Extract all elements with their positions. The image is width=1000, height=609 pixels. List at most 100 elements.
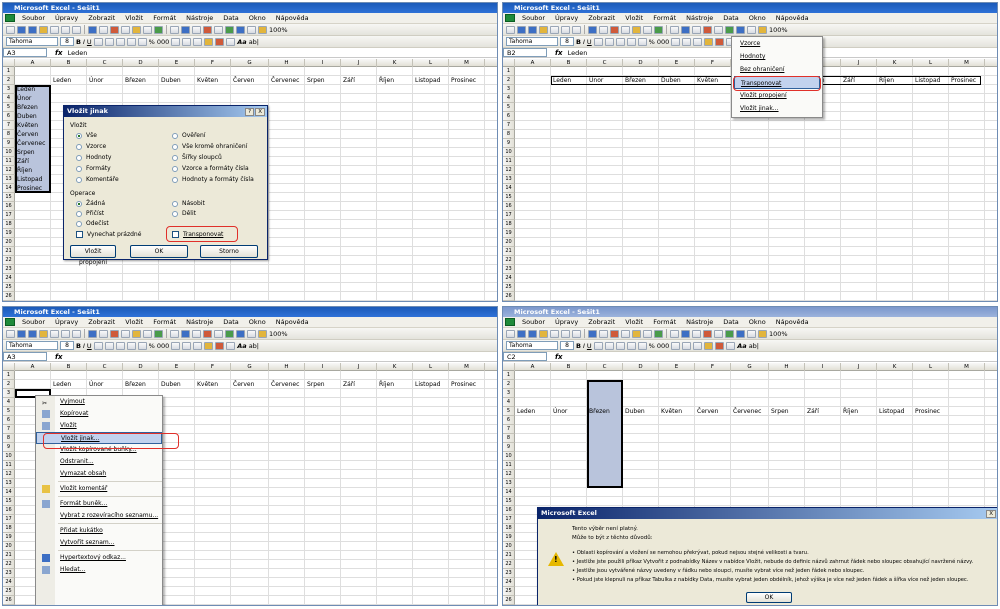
row-header[interactable]: 11 xyxy=(503,157,515,166)
row-header[interactable]: 25 xyxy=(3,587,15,596)
percent-button[interactable]: % xyxy=(149,342,155,350)
menu-4[interactable]: Formát xyxy=(148,14,181,22)
column-header[interactable]: M xyxy=(449,363,485,371)
operation-option-left[interactable]: Přičíst xyxy=(76,210,104,217)
cell[interactable]: Listopad xyxy=(915,76,940,85)
row-header[interactable]: 15 xyxy=(3,193,15,202)
context-menu-item[interactable]: Přidat kukátko xyxy=(36,525,162,537)
row-header[interactable]: 16 xyxy=(503,202,515,211)
column-header[interactable]: N xyxy=(985,363,997,371)
align-icon[interactable] xyxy=(626,341,636,350)
font-name-box[interactable]: Tahoma xyxy=(506,341,558,350)
row-header[interactable]: 19 xyxy=(503,533,515,542)
column-header[interactable]: K xyxy=(377,363,413,371)
cell[interactable]: Červenec xyxy=(17,139,45,148)
column-header[interactable]: D xyxy=(123,59,159,67)
row-header[interactable]: 8 xyxy=(3,130,15,139)
row-header[interactable]: 12 xyxy=(503,166,515,175)
toolbar-button-icon[interactable] xyxy=(599,329,608,338)
align-icon[interactable] xyxy=(626,37,636,46)
column-header[interactable]: B xyxy=(551,363,587,371)
row-header[interactable]: 25 xyxy=(503,587,515,596)
toolbar-button-icon[interactable] xyxy=(539,25,548,34)
ok-button[interactable]: OK xyxy=(130,245,188,258)
column-header[interactable]: M xyxy=(449,59,485,67)
cell[interactable]: Srpen xyxy=(771,407,789,416)
format-icon[interactable] xyxy=(715,37,725,46)
bold-button[interactable]: B xyxy=(76,342,81,350)
radio-icon[interactable] xyxy=(76,143,82,150)
zoom-level[interactable]: 100% xyxy=(769,330,788,338)
row-header[interactable]: 22 xyxy=(3,256,15,265)
toolbar-button-icon[interactable] xyxy=(28,25,37,34)
toolbar-button-icon[interactable] xyxy=(758,25,767,34)
toolbar-button-icon[interactable] xyxy=(654,25,663,34)
align-icon[interactable] xyxy=(126,341,136,350)
cell[interactable]: Leden xyxy=(517,407,535,416)
radio-icon[interactable] xyxy=(76,220,82,227)
bold-button[interactable]: B xyxy=(76,38,81,46)
toolbar-button-icon[interactable] xyxy=(747,329,756,338)
row-header[interactable]: 12 xyxy=(3,166,15,175)
row-header[interactable]: 22 xyxy=(3,560,15,569)
row-header[interactable]: 15 xyxy=(3,497,15,506)
menu-8[interactable]: Nápověda xyxy=(771,14,814,22)
context-menu-item[interactable]: Vytvořit seznam... xyxy=(36,537,162,549)
row-header[interactable]: 14 xyxy=(503,488,515,497)
italic-button[interactable]: I xyxy=(83,342,85,350)
menu-3[interactable]: Vložit xyxy=(120,14,148,22)
format-icon[interactable] xyxy=(704,341,714,350)
radio-icon[interactable] xyxy=(172,154,178,161)
column-header[interactable]: J xyxy=(841,363,877,371)
row-header[interactable]: 20 xyxy=(503,238,515,247)
row-header[interactable]: 5 xyxy=(3,103,15,112)
cell[interactable]: Prosinec xyxy=(451,380,476,389)
row-header[interactable]: 23 xyxy=(503,265,515,274)
column-header[interactable]: I xyxy=(805,363,841,371)
underline-button[interactable]: U xyxy=(587,38,592,46)
toolbar-button-icon[interactable] xyxy=(670,25,679,34)
toolbar-button-icon[interactable] xyxy=(632,25,641,34)
row-header[interactable]: 4 xyxy=(503,398,515,407)
align-icon[interactable] xyxy=(126,37,136,46)
column-header[interactable]: L xyxy=(413,59,449,67)
toolbar-button-icon[interactable] xyxy=(561,25,570,34)
cell[interactable]: Únor xyxy=(17,94,31,103)
format-icon[interactable] xyxy=(682,341,692,350)
format-icon[interactable] xyxy=(171,37,181,46)
toolbar-button-icon[interactable] xyxy=(99,25,108,34)
column-header[interactable]: N xyxy=(485,59,497,67)
column-header[interactable]: G xyxy=(231,363,269,371)
menu-2[interactable]: Zobrazit xyxy=(583,14,620,22)
toolbar-button-icon[interactable] xyxy=(632,329,641,338)
row-header[interactable]: 1 xyxy=(3,67,15,76)
context-menu-item[interactable]: Kopírovat xyxy=(36,408,162,420)
radio-icon[interactable] xyxy=(172,210,178,217)
column-header[interactable]: C xyxy=(587,59,623,67)
row-header[interactable]: 11 xyxy=(3,157,15,166)
percent-button[interactable]: % xyxy=(149,38,155,46)
toolbar-button-icon[interactable] xyxy=(528,25,537,34)
paste-link-button[interactable]: Vložit propojení xyxy=(70,245,116,266)
align-icon[interactable] xyxy=(615,37,625,46)
row-header[interactable]: 25 xyxy=(503,283,515,292)
toolbar-button-icon[interactable] xyxy=(203,329,212,338)
row-header[interactable]: 19 xyxy=(503,229,515,238)
row-header[interactable]: 6 xyxy=(3,112,15,121)
toolbar-button-icon[interactable] xyxy=(758,329,767,338)
row-header[interactable]: 9 xyxy=(3,139,15,148)
row-header[interactable]: 2 xyxy=(503,380,515,389)
row-header[interactable]: 8 xyxy=(503,434,515,443)
row-header[interactable]: 11 xyxy=(503,461,515,470)
cell[interactable]: Listopad xyxy=(17,175,42,184)
row-header[interactable]: 14 xyxy=(3,488,15,497)
menu-0[interactable]: Soubor xyxy=(17,14,50,22)
row-header[interactable]: 19 xyxy=(3,533,15,542)
percent-button[interactable]: % xyxy=(649,38,655,46)
column-header[interactable]: F xyxy=(695,363,731,371)
context-menu-item[interactable]: Vybrat z rozevíracího seznamu... xyxy=(36,510,162,522)
paste-option-left[interactable]: Vzorce xyxy=(76,143,106,150)
row-header[interactable]: 2 xyxy=(503,76,515,85)
menu-8[interactable]: Nápověda xyxy=(771,318,814,326)
cell[interactable]: Leden xyxy=(53,76,71,85)
